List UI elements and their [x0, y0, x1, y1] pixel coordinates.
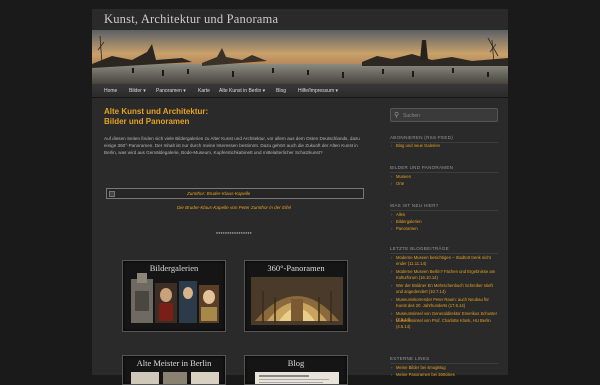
tile-title: 360°-Panoramen	[267, 263, 325, 273]
separator-stars: ****************	[216, 232, 252, 238]
featured-image-caption: Die Bruder-Klaus-Kapelle von Peter Zumth…	[176, 205, 292, 210]
tile-title: Bildergalerien	[149, 263, 199, 273]
featured-image-alt: Zumthor: Bruder-Klaus-Kapelle	[187, 191, 251, 196]
nav-item-alte-kunst-berlin[interactable]: Alte Kunst in Berlin ▾	[219, 88, 265, 94]
chevron-down-icon: ▾	[183, 88, 186, 94]
page-container: Kunst, Architektur und Panorama Home Bil…	[92, 9, 508, 385]
nav-item-home[interactable]: Home	[104, 88, 117, 94]
widget-link-orte[interactable]: Orte	[390, 181, 498, 187]
tile-bildergalerien[interactable]: Bildergalerien	[122, 260, 226, 332]
widget-link-alles[interactable]: Alles	[390, 212, 498, 218]
search-icon: ⚲	[394, 112, 400, 119]
nav-label: Panoramen	[156, 88, 182, 94]
widget-link-360cities[interactable]: Meine Panoramen bei 360cities	[390, 372, 498, 378]
search-input[interactable]: ⚲ Suchen	[390, 108, 498, 122]
widget-link-blogpost[interactable]: Museumsinsel von Prof. Charlotte Klonk, …	[390, 318, 498, 330]
intro-paragraph: Auf diesen Seiten finden sich viele Bild…	[104, 136, 360, 156]
site-title[interactable]: Kunst, Architektur und Panorama	[104, 12, 278, 27]
nav-item-bilder[interactable]: Bilder ▾	[129, 88, 146, 94]
chevron-down-icon: ▾	[262, 88, 266, 94]
search-placeholder: Suchen	[403, 113, 420, 119]
widget-link-rss-blog[interactable]: Blog und neue Galerien	[390, 143, 498, 149]
nav-label: Blog	[276, 88, 287, 94]
nav-item-karte[interactable]: Karte	[198, 88, 210, 94]
widget-link-blogpost[interactable]: Museumskorrender Peter Raum: auch Neubau…	[390, 297, 498, 309]
widget-link-museen[interactable]: Museen	[390, 174, 498, 180]
widget-link-smugmug[interactable]: Meine Bilder bei smugMug	[390, 365, 498, 371]
nav-item-hilfe-impressum[interactable]: Hilfe/Impressum ▾	[298, 88, 338, 94]
header-banner-image	[92, 30, 508, 83]
tile-title: Alte Meister in Berlin	[136, 358, 212, 368]
chevron-down-icon: ▾	[335, 88, 339, 94]
widget-link-blogpost[interactable]: Moderne Museen besichtigen – Stadtort tr…	[390, 255, 498, 267]
post-title-line1: Alte Kunst und Architektur:	[104, 107, 209, 116]
broken-image-icon	[109, 191, 115, 197]
featured-image-link[interactable]: Zumthor: Bruder-Klaus-Kapelle	[106, 188, 364, 199]
nav-item-blog[interactable]: Blog	[276, 88, 286, 94]
widget-title-rss: ABONNIEREN (RSS-FEED)	[390, 135, 498, 143]
nav-label: Hilfe/Impressum	[298, 88, 335, 94]
tile-title: Blog	[287, 358, 305, 368]
tile-alte-meister-berlin[interactable]: Alte Meister in Berlin	[122, 355, 226, 385]
chevron-down-icon: ▾	[143, 88, 146, 94]
widget-title-blogbeitraege: LETZTE BLOGBEITRÄGE	[390, 246, 498, 254]
widget-title-neu: WAS IST NEU HIER?	[390, 203, 498, 211]
nav-label: Karte	[198, 88, 210, 94]
tile-blog[interactable]: Blog	[244, 355, 348, 385]
widget-link-blogpost[interactable]: Wer der Boldner En Mehrschenbuch Schreib…	[390, 283, 498, 295]
nav-item-panoramen[interactable]: Panoramen ▾	[156, 88, 186, 94]
widget-link-panoramen[interactable]: Panoramen	[390, 226, 498, 232]
nav-label: Alte Kunst in Berlin	[219, 88, 262, 94]
widget-link-bildergalerien[interactable]: Bildergalerien	[390, 219, 498, 225]
nav-label: Bilder	[129, 88, 142, 94]
main-navigation: Home Bilder ▾ Panoramen ▾ Karte Alte Kun…	[92, 83, 508, 98]
nav-label: Home	[104, 88, 118, 94]
widget-title-bilder: BILDER UND PANORAMEN	[390, 165, 498, 173]
tile-panoramen[interactable]: 360°-Panoramen	[244, 260, 348, 332]
widget-title-externe-links: EXTERNE LINKS	[390, 356, 498, 364]
widget-link-blogpost[interactable]: Moderne Museen Berlin? Fächen und Ergebn…	[390, 269, 498, 281]
post-title-line2: Bilder und Panoramen	[104, 117, 190, 126]
